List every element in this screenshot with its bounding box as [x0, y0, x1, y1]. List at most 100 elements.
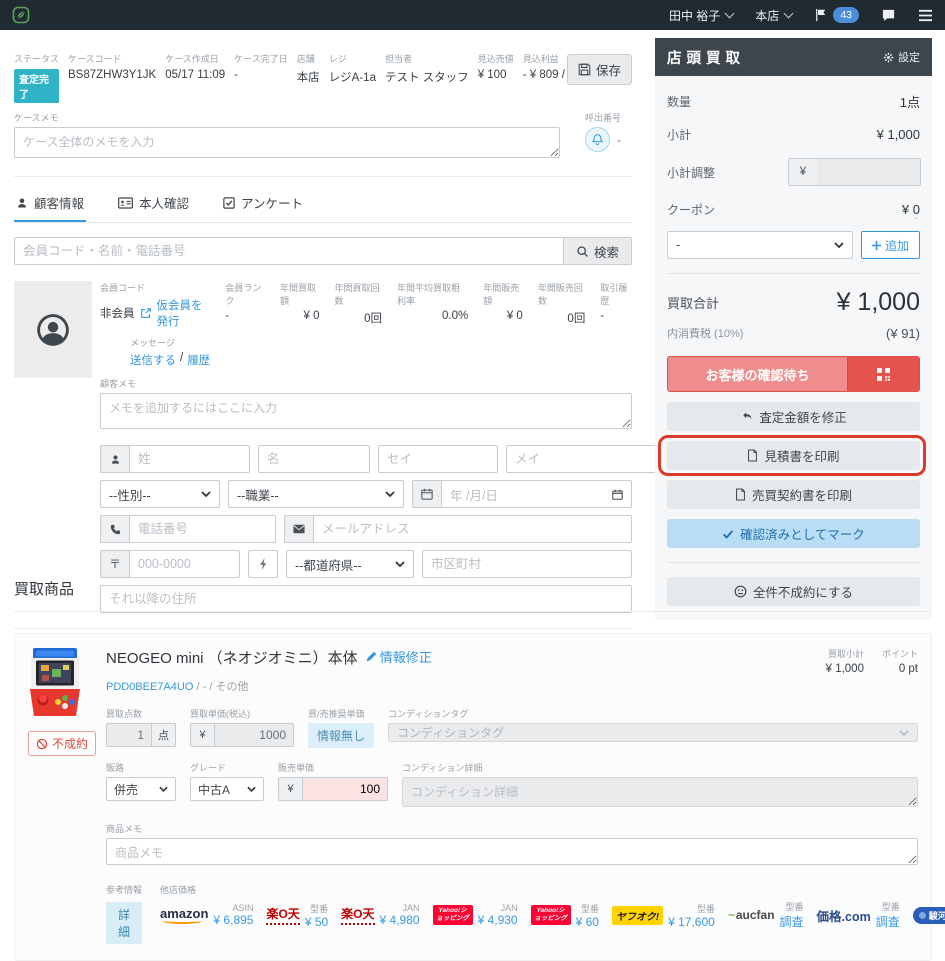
price-link[interactable]: ¥ 50 — [305, 915, 328, 929]
case-staff-field: 担当者 テスト スタッフ — [384, 54, 469, 84]
coupon-select-row: - 追加 — [667, 231, 920, 259]
total-row: 買取合計 ¥ 1,000 — [667, 288, 920, 316]
customer-memo-input[interactable] — [100, 393, 632, 429]
gender-select[interactable]: --性別-- — [100, 480, 220, 508]
price-item: Yahoo!ショッピング JAN ¥ 4,930 — [432, 903, 518, 927]
top-navbar: 田中 裕子 本店 43 — [0, 0, 945, 30]
user-menu[interactable]: 田中 裕子 — [669, 7, 735, 24]
first-name-field[interactable] — [258, 445, 370, 473]
chat-icon[interactable] — [881, 8, 896, 23]
surugaya-logo[interactable]: 駿河屋 — [912, 906, 945, 924]
prefecture-select[interactable]: --都道府県-- — [286, 550, 414, 578]
kakaku-logo[interactable]: 価格.com — [817, 906, 871, 925]
chevron-down-icon — [385, 491, 395, 497]
menu-icon[interactable] — [918, 9, 933, 22]
store-name: 本店 — [755, 8, 780, 23]
qr-code-icon[interactable] — [847, 357, 919, 391]
last-name-field[interactable] — [129, 445, 250, 473]
phone-field[interactable] — [129, 515, 276, 543]
customer-confirm-wait-button[interactable]: お客様の確認待ち — [667, 356, 920, 392]
add-coupon-button[interactable]: 追加 — [860, 231, 920, 259]
grade-select[interactable]: 中古A — [190, 777, 264, 801]
coupon-select[interactable]: - — [667, 231, 853, 259]
product-memo-input[interactable] — [106, 838, 918, 865]
yahoo-auction-logo[interactable]: ヤフオク! — [611, 905, 664, 925]
case-status-field: ステータス 査定完了 — [14, 54, 60, 103]
tab-customer-info[interactable]: 顧客情報 — [14, 189, 86, 222]
print-quote-button[interactable]: 見積書を印刷 — [667, 441, 920, 470]
price-item: ~ aucfan 型番 調査 — [727, 902, 804, 930]
research-link[interactable]: 調査 — [876, 913, 900, 930]
buy-quantity-input[interactable] — [106, 723, 152, 747]
amazon-logo[interactable]: amazon — [160, 906, 208, 924]
sale-price-input[interactable] — [302, 777, 388, 801]
avatar — [14, 281, 92, 378]
price-link[interactable]: ¥ 4,980 — [380, 913, 420, 927]
price-item: amazon ASIN ¥ 6,895 — [160, 903, 254, 927]
product-name: NEOGEO mini （ネオジオミニ）本体 — [106, 650, 358, 667]
email-field[interactable] — [313, 515, 632, 543]
rakuten-logo[interactable]: 楽O天 — [341, 905, 375, 925]
case-completed-field: ケース完了日 - — [234, 54, 288, 81]
panel-title: 店頭買取 — [667, 50, 745, 67]
condition-detail-input[interactable] — [402, 777, 918, 807]
case-memo-row: ケースメモ 呼出番号 - — [14, 111, 632, 163]
price-link[interactable]: ¥ 60 — [576, 915, 599, 929]
research-link[interactable]: 調査 — [780, 913, 804, 930]
mark-confirmed-button[interactable]: 確認済みとしてマーク — [667, 519, 920, 548]
edit-info-link[interactable]: 情報修正 — [366, 647, 432, 666]
occupation-select[interactable]: --職業-- — [228, 480, 404, 508]
save-button[interactable]: 保存 — [566, 54, 632, 85]
grade-field: グレード 中古A — [190, 761, 264, 801]
store-menu[interactable]: 本店 — [755, 7, 794, 24]
app-logo-icon[interactable] — [12, 6, 30, 24]
settings-button[interactable]: 設定 — [883, 49, 920, 65]
tab-survey[interactable]: アンケート — [221, 189, 305, 222]
tax-value: (¥ 91) — [886, 325, 920, 341]
member-search-input[interactable] — [14, 237, 564, 265]
yahoo-shopping-logo[interactable]: Yahoo!ショッピング — [530, 904, 571, 926]
reference-prices-row: 参考情報 詳細 他店価格 amazon ASIN ¥ 6,895 楽O天 型番 ¥ … — [106, 883, 945, 944]
postal-code-field[interactable] — [129, 550, 240, 578]
rakuten-logo[interactable]: 楽O天 — [266, 905, 300, 925]
product-stats: 買取小計 ¥ 1,000 ポイント 0 pt — [826, 647, 918, 675]
product-code[interactable]: PDD0BEE7A4UO — [106, 681, 193, 693]
customer-memo-block: 顧客メモ — [100, 377, 632, 434]
case-memo-input[interactable] — [14, 127, 560, 158]
tab-identity-check[interactable]: 本人確認 — [116, 189, 191, 222]
price-item: 楽O天 JAN ¥ 4,980 — [341, 903, 420, 927]
yahoo-shopping-logo[interactable]: Yahoo!ショッピング — [432, 904, 473, 926]
city-field[interactable] — [422, 550, 632, 578]
condition-tag-field: コンディションタグ コンディションタグ — [388, 707, 918, 742]
detail-button[interactable]: 詳細 — [106, 902, 143, 944]
search-button[interactable]: 検索 — [563, 237, 632, 265]
aucfan-logo[interactable]: ~ aucfan — [728, 908, 775, 922]
buy-unit-price-input[interactable] — [214, 723, 294, 747]
fix-assessment-button[interactable]: 査定金額を修正 — [667, 402, 920, 431]
price-item: 駿河屋 JAN¥ 5,478 — [912, 903, 945, 927]
last-kana-field[interactable] — [378, 445, 498, 473]
flag-icon — [814, 8, 827, 22]
print-contract-button[interactable]: 売買契約書を印刷 — [667, 480, 920, 509]
calendar-icon — [412, 480, 441, 508]
message-history-link[interactable]: 履歴 — [187, 352, 210, 368]
product-thumbnail[interactable] — [28, 647, 90, 717]
customer-info: 会員コード 非会員 仮会員を発行 会員ランク - 年間買取額 ¥ 0 年間買取回… — [100, 281, 632, 434]
condition-tag-select[interactable]: コンディションタグ — [388, 723, 918, 742]
item-cancel-button[interactable]: 不成約 — [28, 731, 97, 756]
price-link[interactable]: ¥ 17,600 — [668, 915, 715, 929]
address-autofill-button[interactable] — [248, 550, 278, 578]
notifications-button[interactable]: 43 — [814, 7, 859, 23]
issue-temp-member-link[interactable]: 仮会員を発行 — [157, 297, 211, 329]
subtotal-adjust-input[interactable] — [817, 158, 921, 186]
product-title-row: NEOGEO mini （ネオジオミニ）本体 情報修正 買取小計 ¥ 1,000… — [106, 647, 918, 675]
price-link[interactable]: ¥ 6,895 — [213, 913, 253, 927]
sales-channel-select[interactable]: 併売 — [106, 777, 176, 801]
price-link[interactable]: ¥ 4,930 — [478, 913, 518, 927]
date-picker-icon[interactable] — [612, 489, 623, 500]
bell-button[interactable] — [585, 127, 610, 152]
price-item: Yahoo!ショッピング 型番 ¥ 60 — [530, 902, 599, 929]
birthdate-field[interactable]: 年 /月/日 — [441, 480, 632, 508]
send-message-link[interactable]: 送信する — [130, 352, 176, 368]
item-points: ポイント 0 pt — [881, 649, 918, 675]
